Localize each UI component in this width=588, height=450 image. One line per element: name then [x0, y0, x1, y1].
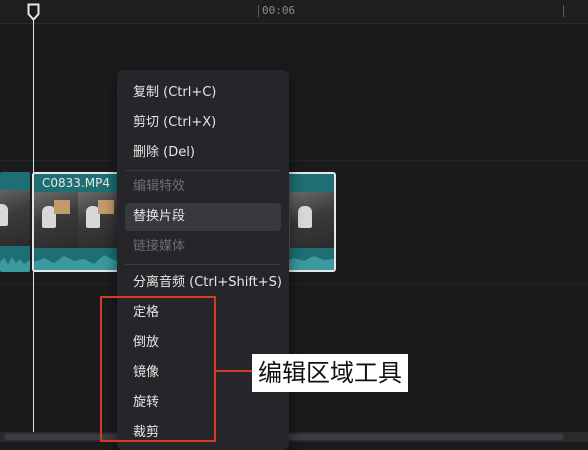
ruler-time-label: 00:06 — [262, 4, 296, 17]
menu-item-copy[interactable]: 复制 (Ctrl+C) — [125, 79, 281, 107]
menu-item-detach-audio[interactable]: 分离音频 (Ctrl+Shift+S) — [125, 269, 282, 297]
menu-item-edit-effects: 编辑特效 — [133, 179, 186, 194]
clip-thumbnails — [0, 190, 30, 246]
clip-filename: C0833.MP4 — [42, 176, 110, 190]
menu-item-cut[interactable]: 剪切 (Ctrl+X) — [125, 109, 281, 137]
menu-separator — [125, 264, 281, 265]
video-clip-previous[interactable] — [0, 172, 30, 272]
playhead-handle-icon[interactable] — [27, 3, 40, 21]
annotation-label: 编辑区域工具 — [252, 354, 408, 392]
track-divider — [0, 160, 588, 161]
ruler-tick — [258, 5, 259, 17]
timeline-scrollbar[interactable] — [0, 432, 588, 442]
ruler-tick — [563, 5, 564, 17]
annotation-highlight-box — [100, 296, 216, 442]
audio-waveform — [0, 257, 30, 272]
playhead-line[interactable] — [33, 14, 34, 438]
time-ruler[interactable]: 00:06 — [0, 0, 588, 24]
menu-item-delete[interactable]: 删除 (Del) — [125, 139, 281, 167]
track-divider — [0, 284, 588, 285]
menu-item-link-media: 链接媒体 — [133, 239, 186, 254]
menu-separator — [125, 170, 281, 171]
annotation-connector — [216, 370, 252, 372]
menu-item-replace-clip[interactable]: 替换片段 — [125, 203, 281, 231]
